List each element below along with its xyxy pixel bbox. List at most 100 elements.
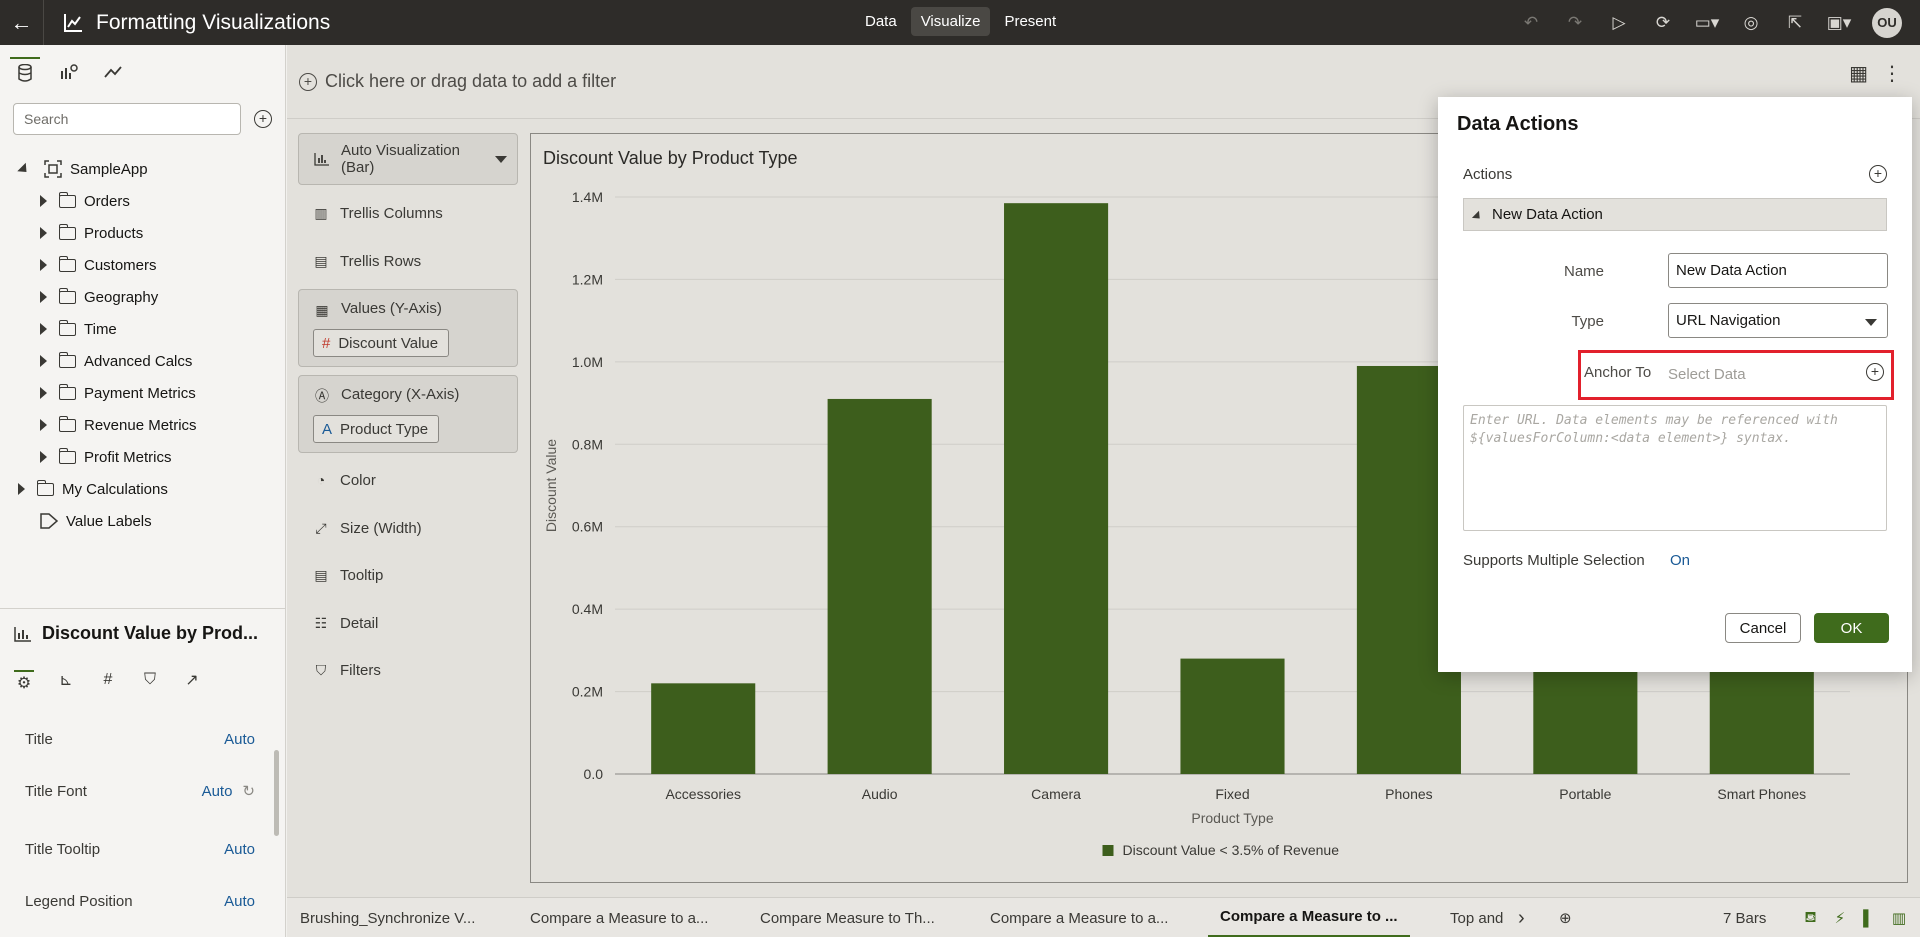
caret-right-icon[interactable] xyxy=(40,291,47,303)
anchor-to-select[interactable]: Select Data xyxy=(1668,366,1746,383)
bar[interactable] xyxy=(1004,203,1109,775)
caret-down-icon[interactable] xyxy=(17,162,31,176)
property-title-font[interactable]: Title Font Auto ↻ xyxy=(25,779,255,803)
database-icon[interactable] xyxy=(10,57,40,87)
property-legend-position[interactable]: Legend Position Auto xyxy=(25,889,255,913)
caret-right-icon[interactable] xyxy=(40,355,47,367)
play-icon[interactable]: ▷ xyxy=(1608,12,1630,34)
user-avatar[interactable]: OU xyxy=(1872,7,1902,38)
properties-scrollbar[interactable] xyxy=(274,750,279,836)
canvas-tab[interactable]: Compare a Measure to a... xyxy=(990,898,1168,937)
trellis-rows-drop[interactable]: ▤ Trellis Rows xyxy=(298,249,518,273)
save-icon[interactable]: ▣▾ xyxy=(1827,12,1852,34)
more-options-icon[interactable]: ⋮ xyxy=(1882,61,1902,86)
canvas-layout-icon[interactable]: ▦ xyxy=(1849,61,1868,86)
detail-drop[interactable]: ☷ Detail xyxy=(298,611,518,635)
tree-item-my-calculations[interactable]: My Calculations xyxy=(0,473,286,505)
caret-down-icon[interactable] xyxy=(1471,210,1484,222)
add-filter-icon[interactable]: + xyxy=(299,72,317,91)
bar[interactable] xyxy=(827,398,932,774)
canvas-tab[interactable]: Top and xyxy=(1450,898,1503,937)
property-title-tooltip[interactable]: Title Tooltip Auto xyxy=(25,837,255,861)
grammar-toggle-icon[interactable]: ▥ xyxy=(1892,909,1906,927)
canvas-tab[interactable]: Compare a Measure to a... xyxy=(530,898,708,937)
bar[interactable] xyxy=(1180,658,1285,774)
bar[interactable] xyxy=(651,683,756,774)
caret-right-icon[interactable] xyxy=(18,483,25,495)
chevron-right-icon[interactable]: › xyxy=(1518,898,1525,937)
url-textarea[interactable]: Enter URL. Data elements may be referenc… xyxy=(1463,405,1887,531)
mode-data-tab[interactable]: Data xyxy=(855,7,907,36)
refresh-data-icon[interactable]: ⟳ xyxy=(1652,12,1674,34)
caret-right-icon[interactable] xyxy=(40,387,47,399)
tree-item-products[interactable]: Products xyxy=(0,217,286,249)
canvas-tab[interactable]: Compare Measure to Th... xyxy=(760,898,935,937)
tree-item-sampleapp[interactable]: SampleApp xyxy=(0,153,286,185)
add-data-icon[interactable]: + xyxy=(254,110,272,128)
ok-button[interactable]: OK xyxy=(1814,613,1889,643)
export-icon[interactable]: ⇱ xyxy=(1784,12,1806,34)
tree-item-orders[interactable]: Orders xyxy=(0,185,286,217)
add-anchor-icon[interactable]: + xyxy=(1866,363,1884,381)
color-drop[interactable]: ◔ Color xyxy=(298,468,518,492)
insights-lightbulb-icon[interactable]: ◎ xyxy=(1740,12,1762,34)
data-action-item[interactable]: New Data Action xyxy=(1463,198,1887,231)
category-x-axis-drop[interactable]: Ⓐ Category (X-Axis) A Product Type xyxy=(298,375,518,453)
property-value[interactable]: Auto xyxy=(224,893,255,910)
canvas-tab[interactable]: Brushing_Synchronize V... xyxy=(300,898,475,937)
search-input[interactable]: Search xyxy=(13,103,241,135)
property-title[interactable]: Title Auto xyxy=(25,727,255,751)
reset-icon[interactable]: ↻ xyxy=(242,782,255,800)
canvas-tab-active[interactable]: Compare a Measure to ... xyxy=(1208,898,1410,937)
comment-icon[interactable]: ▭▾ xyxy=(1695,12,1720,34)
discount-value-pill[interactable]: # Discount Value xyxy=(313,329,450,357)
tree-item-profit-metrics[interactable]: Profit Metrics xyxy=(0,441,286,473)
tree-item-advanced-calcs[interactable]: Advanced Calcs xyxy=(0,345,286,377)
product-type-pill[interactable]: A Product Type xyxy=(313,415,440,443)
caret-right-icon[interactable] xyxy=(40,259,47,271)
add-action-icon[interactable]: + xyxy=(1869,165,1887,183)
property-value[interactable]: Auto xyxy=(224,731,255,748)
property-value[interactable]: Auto xyxy=(202,783,233,800)
redo-icon[interactable]: ↷ xyxy=(1564,12,1586,34)
tree-item-time[interactable]: Time xyxy=(0,313,286,345)
axis-icon[interactable]: ⊾ xyxy=(56,670,76,690)
mode-present-tab[interactable]: Present xyxy=(994,7,1066,36)
cancel-button[interactable]: Cancel xyxy=(1725,613,1801,643)
trellis-columns-drop[interactable]: ▥ Trellis Columns xyxy=(298,201,518,225)
analytics-icon[interactable] xyxy=(98,57,128,87)
panel-toggle-icon[interactable]: ▌ xyxy=(1863,910,1874,927)
filter-hint: Click here or drag data to add a filter xyxy=(325,71,617,91)
flash-icon[interactable]: ⚡ xyxy=(1835,909,1846,927)
analytics-trend-icon[interactable]: ↗ xyxy=(182,670,202,690)
tree-item-customers[interactable]: Customers xyxy=(0,249,286,281)
add-canvas-icon[interactable]: ⊕ xyxy=(1559,898,1572,937)
property-value[interactable]: Auto xyxy=(224,841,255,858)
filter-icon[interactable]: ⛉ xyxy=(140,670,160,690)
size-drop[interactable]: ⤢ Size (Width) xyxy=(298,516,518,540)
viz-type-select[interactable]: Auto Visualization (Bar) xyxy=(298,133,518,185)
data-quality-icon[interactable]: ⛾ xyxy=(1804,909,1816,928)
tooltip-drop[interactable]: ▤ Tooltip xyxy=(298,563,518,587)
name-field[interactable]: New Data Action xyxy=(1668,253,1888,288)
general-settings-gear-icon[interactable]: ⚙ xyxy=(14,670,34,692)
tree-item-value-labels[interactable]: Value Labels xyxy=(0,505,286,537)
type-select[interactable]: URL Navigation xyxy=(1668,303,1888,338)
visualizations-icon[interactable] xyxy=(54,57,84,87)
tree-item-revenue-metrics[interactable]: Revenue Metrics xyxy=(0,409,286,441)
back-arrow-icon[interactable]: ← xyxy=(0,0,44,45)
caret-right-icon[interactable] xyxy=(40,323,47,335)
caret-right-icon[interactable] xyxy=(40,419,47,431)
values-y-axis-drop[interactable]: ▦ Values (Y-Axis) # Discount Value xyxy=(298,289,518,367)
undo-icon[interactable]: ↶ xyxy=(1520,12,1542,34)
caret-right-icon[interactable] xyxy=(40,195,47,207)
caret-right-icon[interactable] xyxy=(40,227,47,239)
trellis-rows-icon: ▤ xyxy=(314,252,328,269)
multi-selection-toggle[interactable]: On xyxy=(1670,552,1690,569)
number-format-hash-icon[interactable]: # xyxy=(98,670,118,690)
mode-visualize-tab[interactable]: Visualize xyxy=(910,7,991,36)
tree-item-payment-metrics[interactable]: Payment Metrics xyxy=(0,377,286,409)
tree-item-geography[interactable]: Geography xyxy=(0,281,286,313)
caret-right-icon[interactable] xyxy=(40,451,47,463)
filters-drop[interactable]: ⛉ Filters xyxy=(298,658,518,682)
